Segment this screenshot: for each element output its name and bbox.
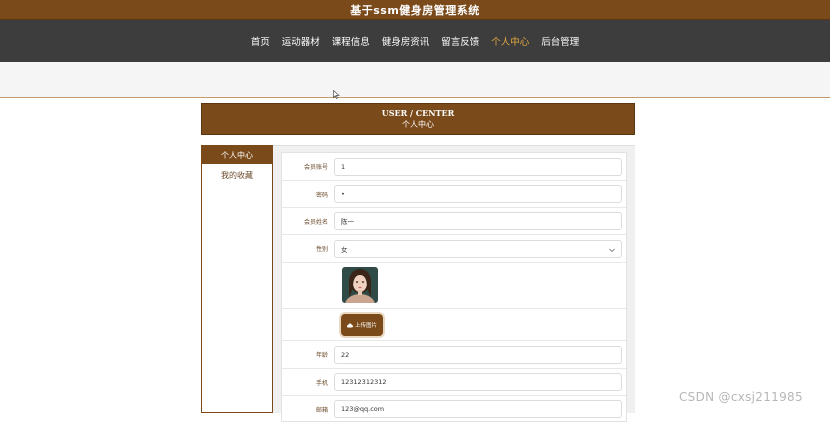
form-row-avatar: [282, 263, 628, 309]
age-label: 年龄: [315, 352, 328, 359]
header-band: [0, 62, 830, 98]
form-row-gender: 性别 女: [282, 235, 628, 263]
form-row-password: 密码 •: [282, 181, 628, 208]
phone-label: 手机: [315, 379, 328, 387]
password-label: 密码: [315, 191, 328, 199]
nav-item-feedback[interactable]: 留言反馈: [441, 34, 479, 48]
account-input[interactable]: 1: [334, 158, 622, 176]
site-title: 基于ssm健身房管理系统: [350, 3, 480, 17]
sidebar-item-user-center[interactable]: 个人中心: [202, 146, 272, 164]
name-label: 会员姓名: [303, 218, 328, 226]
csdn-watermark: CSDN @cxsj211985: [679, 390, 803, 404]
phone-input[interactable]: 12312312312: [334, 373, 622, 391]
top-title-bar: 基于ssm健身房管理系统: [0, 0, 830, 20]
chevron-down-icon: [609, 248, 615, 253]
form-row-name: 会员姓名 陈一: [282, 208, 628, 235]
upload-button-label: 上传图片: [354, 323, 377, 329]
account-label: 会员账号: [303, 164, 328, 171]
nav-item-user-center[interactable]: 个人中心: [491, 34, 529, 48]
form-row-email: 邮箱 123@qq.com: [282, 396, 628, 423]
profile-form-area: 会员账号 1 密码 • 会员姓名 陈一 性别 女 上传图片 年龄 22 手机 1…: [273, 145, 635, 422]
nav-item-equipment[interactable]: 运动器材: [282, 34, 320, 48]
form-row-account: 会员账号 1: [282, 153, 628, 181]
user-sidebar: 个人中心 我的收藏: [201, 145, 273, 413]
profile-form: 会员账号 1 密码 • 会员姓名 陈一 性别 女 上传图片 年龄 22 手机 1…: [281, 152, 628, 423]
name-input[interactable]: 陈一: [334, 212, 622, 230]
mouse-cursor-icon: [333, 90, 340, 99]
nav-item-home[interactable]: 首页: [251, 34, 270, 48]
upload-image-button[interactable]: 上传图片: [341, 314, 383, 336]
gender-selected-value: 女: [341, 246, 348, 254]
email-input[interactable]: 123@qq.com: [334, 400, 622, 418]
form-row-phone: 手机 12312312312: [282, 369, 628, 396]
avatar-image: [342, 267, 378, 303]
form-row-upload: 上传图片: [282, 309, 628, 341]
password-input[interactable]: •: [334, 185, 622, 203]
sidebar-item-favorites[interactable]: 我的收藏: [202, 166, 272, 184]
page-banner: USER / CENTER 个人中心: [201, 103, 635, 135]
banner-chinese-title: 个人中心: [402, 120, 434, 129]
form-row-age: 年龄 22: [282, 341, 628, 369]
cloud-upload-icon: [346, 323, 353, 327]
age-input[interactable]: 22: [334, 346, 622, 364]
gender-select[interactable]: 女: [334, 240, 622, 258]
nav-item-news[interactable]: 健身房资讯: [382, 34, 430, 48]
main-nav: 首页 运动器材 课程信息 健身房资讯 留言反馈 个人中心 后台管理: [0, 20, 830, 62]
nav-item-courses[interactable]: 课程信息: [332, 34, 370, 48]
gender-label: 性别: [315, 246, 328, 253]
banner-english-title: USER / CENTER: [381, 108, 455, 118]
nav-item-admin[interactable]: 后台管理: [541, 34, 579, 48]
